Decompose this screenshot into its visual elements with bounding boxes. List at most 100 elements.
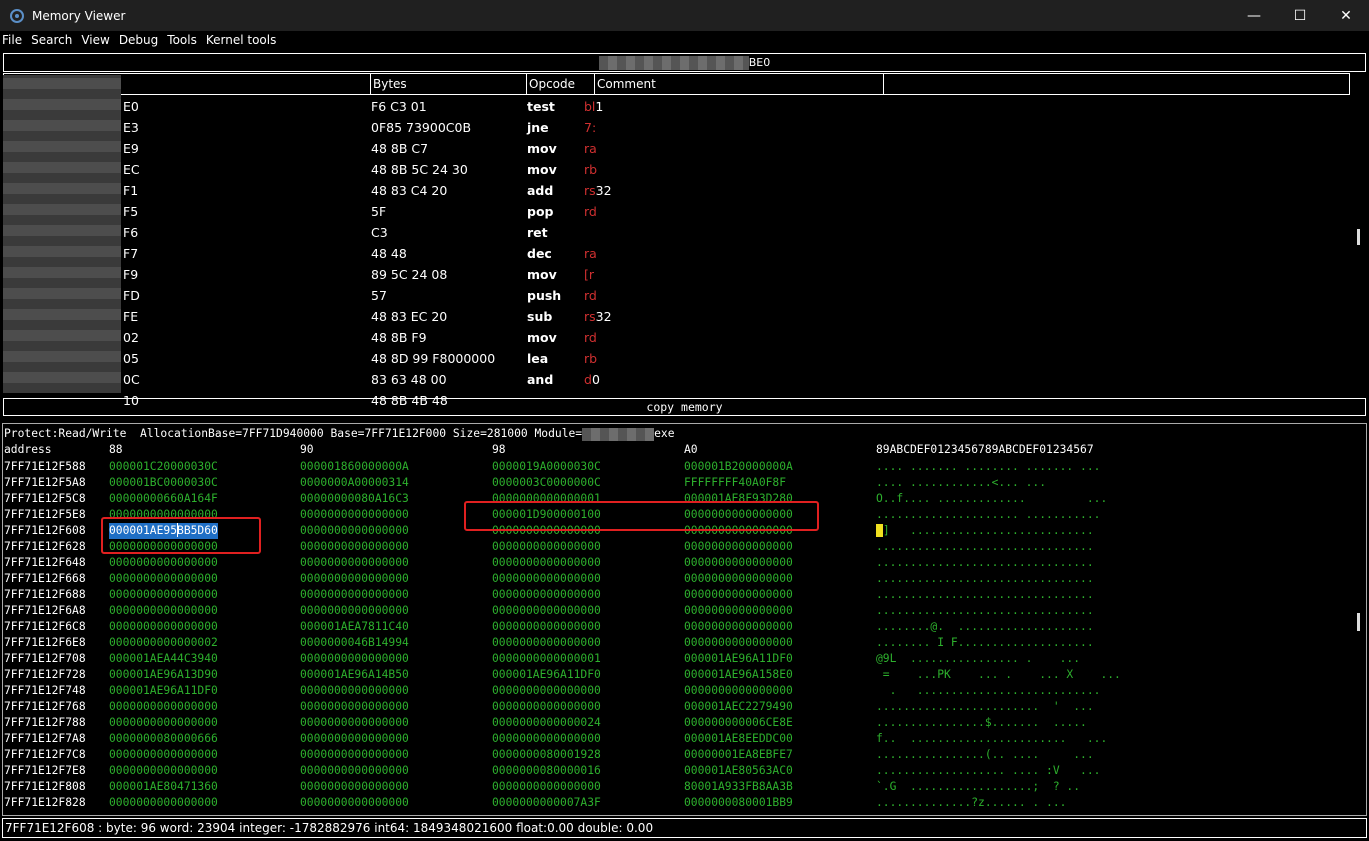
disassembler-row[interactable]: EC 48 8B 5C 24 30 mov rb [3,159,1352,180]
hex-value[interactable]: 0000000000000000 [492,635,601,651]
ascii-text[interactable]: ................................ [876,555,1094,571]
hex-value[interactable]: 000001AE96A11DF0 [492,667,601,683]
hex-value[interactable]: 000001AE96A158E0 [684,667,793,683]
hex-value[interactable]: 0000000000000000 [300,571,409,587]
hex-value[interactable]: 0000000000000000 [300,699,409,715]
hex-row[interactable]: 7FF71E12F6A8 0000000000000000 000000000000… [3,603,1353,619]
ascii-text[interactable]: . ........................... [876,683,1101,699]
ascii-text[interactable]: ................... .... :V ... [876,763,1100,779]
hex-value[interactable]: 0000000000000024 [492,715,601,731]
ascii-text[interactable]: ................$....... ..... [876,715,1087,731]
hex-value[interactable]: 0000000000000000 [300,555,409,571]
hex-value[interactable]: 0000000A00000314 [300,475,409,491]
hex-value[interactable]: 0000000000000000 [684,619,793,635]
hex-value[interactable]: 0000000000000000 [492,555,601,571]
hex-value[interactable]: 0000000000000000 [684,683,793,699]
hex-value[interactable]: 0000000000000000 [300,683,409,699]
hex-value[interactable]: 0000000000000000 [300,763,409,779]
hex-scrollbar[interactable] [1353,423,1365,816]
ascii-text[interactable]: ................(.. .... ... [876,747,1094,763]
hex-value[interactable]: 000001860000000A [300,459,409,475]
hex-value[interactable]: 0000000000000000 [300,539,409,555]
hex-value[interactable]: 000001AE80563AC0 [684,763,793,779]
disassembler-row[interactable]: 05 48 8D 99 F8000000 lea rb [3,348,1352,369]
menu-kernel-tools[interactable]: Kernel tools [203,33,280,47]
hex-row[interactable]: 7FF71E12F648 0000000000000000 000000000000… [3,555,1353,571]
hex-value[interactable]: 0000000000000000 [684,539,793,555]
hex-value[interactable]: 0000000000000000 [492,587,601,603]
ascii-text[interactable]: ..................... ........... [876,507,1100,523]
disassembler-row[interactable]: 0C 83 63 48 00 and d0 [3,369,1352,390]
hex-value[interactable]: 0000000080000666 [109,731,218,747]
ascii-text[interactable]: ........ I F.................... [876,635,1094,651]
disassembler-address-bar[interactable]: BE0 [3,53,1366,72]
hex-value[interactable]: 0000000080001BB9 [684,795,793,811]
column-opcode[interactable]: Opcode [527,74,595,94]
ascii-text[interactable]: ........@. .................... [876,619,1094,635]
hex-value[interactable]: 0000000000000000 [300,731,409,747]
hex-value[interactable]: 000001AE96A11DF0 [109,683,218,699]
hex-value[interactable]: 00000000660A164F [109,491,218,507]
hex-value[interactable]: 0000000000000000 [300,747,409,763]
hex-value[interactable]: 000001AEC2279490 [684,699,793,715]
hex-row[interactable]: 7FF71E12F708 000001AEA44C3940 000000000000… [3,651,1353,667]
hex-value[interactable]: 0000000000000000 [492,603,601,619]
hex-value[interactable]: 0000000000000000 [300,715,409,731]
hex-value[interactable]: 0000000000007A3F [492,795,601,811]
menu-search[interactable]: Search [28,33,75,47]
ascii-text[interactable]: O..f.... ............. ... [876,491,1107,507]
disassembler-view[interactable]: Address Bytes Opcode Comment E0 F6 C3 01 t… [3,73,1352,408]
hex-value[interactable]: 0000000000000000 [492,539,601,555]
hex-value[interactable]: 0000000000000000 [684,587,793,603]
disassembler-row[interactable]: F9 89 5C 24 08 mov [r [3,264,1352,285]
disassembler-scrollbar[interactable] [1353,73,1365,394]
hex-value[interactable]: 0000000000000000 [492,571,601,587]
ascii-text[interactable]: @9L ................ . ... [876,651,1080,667]
hex-value[interactable]: 0000000000000000 [109,795,218,811]
ascii-text[interactable]: ................................ [876,587,1094,603]
hex-row[interactable]: 7FF71E12F7E8 0000000000000000 000000000000… [3,763,1353,779]
hex-row[interactable]: 7FF71E12F788 0000000000000000 000000000000… [3,715,1353,731]
ascii-text[interactable]: ..............?z...... . ... [876,795,1066,811]
close-button[interactable]: ✕ [1323,0,1369,31]
hex-value[interactable]: 0000000000000002 [109,635,218,651]
hex-value[interactable]: 00000000080A16C3 [300,491,409,507]
ascii-text[interactable]: = ...PK ... . ... X ... [876,667,1121,683]
hex-value[interactable]: 0000000000000000 [300,603,409,619]
disassembler-row[interactable]: FE 48 83 EC 20 sub rs32 [3,306,1352,327]
hex-row[interactable]: 7FF71E12F688 0000000000000000 000000000000… [3,587,1353,603]
hex-value[interactable]: 0000000000000000 [109,603,218,619]
hex-value[interactable]: 000001AEA44C3940 [109,651,218,667]
hex-value[interactable]: 0000000000000000 [684,603,793,619]
hex-value[interactable]: 0000000000000000 [300,523,409,539]
hex-row[interactable]: 7FF71E12F7C8 0000000000000000 000000000000… [3,747,1353,763]
hex-value[interactable]: 0000000000000000 [492,779,601,795]
hex-row[interactable]: 7FF71E12F808 000001AE80471360 000000000000… [3,779,1353,795]
hex-value[interactable]: 0000000000000000 [109,715,218,731]
hex-value[interactable]: 0000019A0000030C [492,459,601,475]
ascii-text[interactable]: ........................ ' ... [876,699,1094,715]
ascii-text[interactable]: `.G ..................; ? .. [876,779,1080,795]
copy-memory-bar[interactable]: copy memory [3,398,1366,416]
hex-scroll-thumb[interactable] [1357,613,1360,631]
ascii-text[interactable]: ] ........................... [876,523,1094,539]
hex-value[interactable]: 0000000000000000 [109,699,218,715]
column-comment[interactable]: Comment [595,74,884,94]
hex-value[interactable]: 000001BC0000030C [109,475,218,491]
ascii-text[interactable]: f.. ....................... ... [876,731,1107,747]
hex-value[interactable]: 0000000000000000 [300,779,409,795]
hex-value[interactable]: 000001AE80471360 [109,779,218,795]
hex-value[interactable]: 0000000000000000 [492,683,601,699]
hex-row[interactable]: 7FF71E12F728 000001AE96A13D90 000001AE96A1… [3,667,1353,683]
menu-file[interactable]: File [0,33,25,47]
hex-value[interactable]: FFFFFFFF40A0F8F [684,475,786,491]
hex-row[interactable]: 7FF71E12F828 0000000000000000 000000000000… [3,795,1353,811]
hex-value[interactable]: 0000000000000000 [300,651,409,667]
hex-value[interactable]: 000001AEA7811C40 [300,619,409,635]
hex-value[interactable]: 0000000000000000 [492,699,601,715]
hex-row[interactable]: 7FF71E12F588 000001C20000030C 000001860000… [3,459,1353,475]
hex-value[interactable]: 0000000080001928 [492,747,601,763]
hex-value[interactable]: 00000001EA8EBFE7 [684,747,793,763]
disassembler-row[interactable]: 02 48 8B F9 mov rd [3,327,1352,348]
hex-value[interactable]: 0000000000000000 [684,571,793,587]
